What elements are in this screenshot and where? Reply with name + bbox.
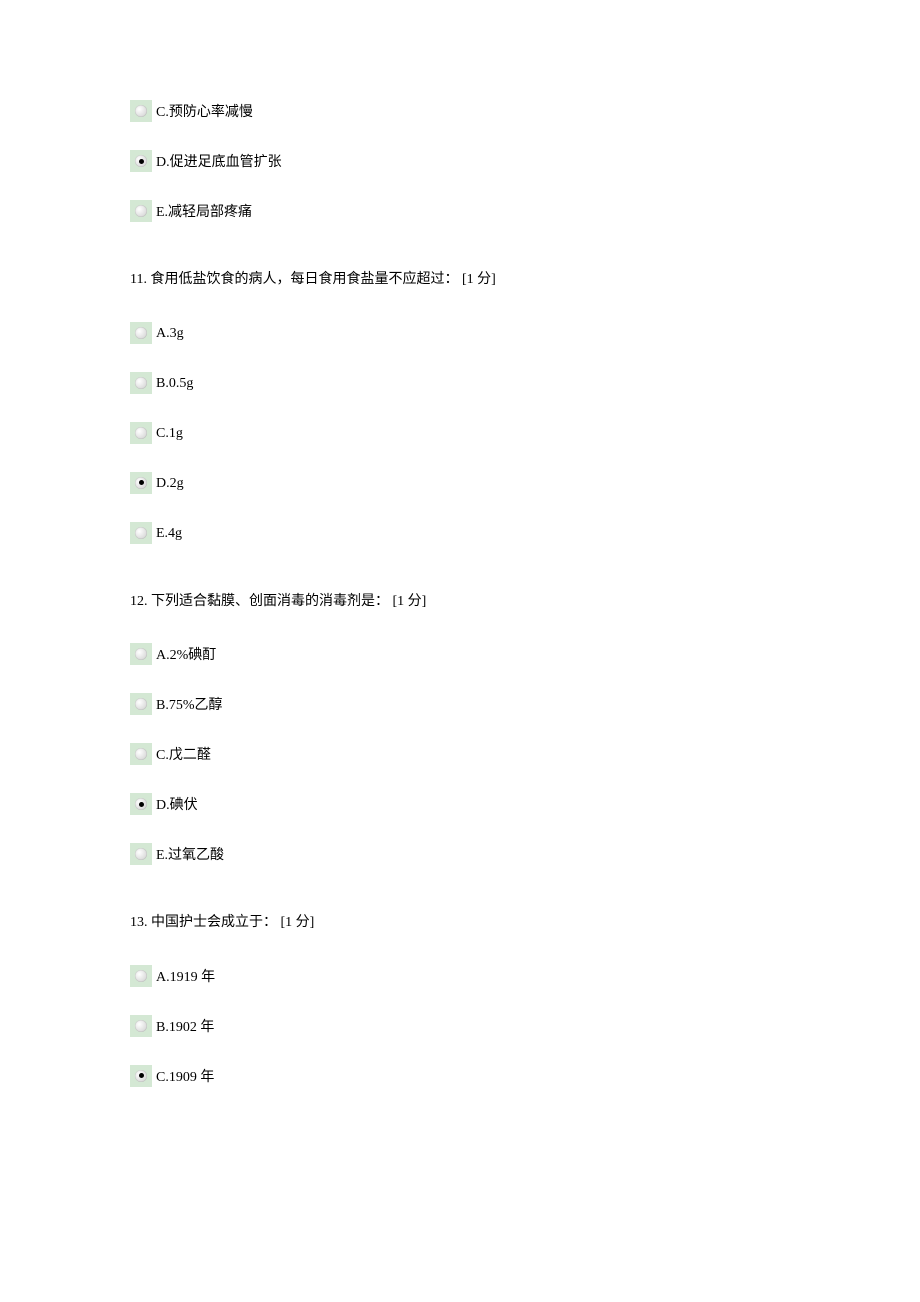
option-row[interactable]: B.1902 年 (130, 1015, 790, 1037)
radio-unselected[interactable] (130, 422, 152, 444)
radio-unselected[interactable] (130, 100, 152, 122)
option-row[interactable]: A.3g (130, 322, 790, 344)
option-label: C.预防心率减慢 (156, 104, 253, 122)
radio-icon (135, 527, 147, 539)
option-label: A.1919 年 (156, 969, 215, 987)
option-label: C.1g (156, 425, 183, 443)
radio-icon (135, 105, 147, 117)
radio-unselected[interactable] (130, 693, 152, 715)
option-row[interactable]: D.促进足底血管扩张 (130, 150, 790, 172)
option-row[interactable]: C.1g (130, 422, 790, 444)
option-row[interactable]: E.减轻局部疼痛 (130, 200, 790, 222)
option-row[interactable]: B.75%乙醇 (130, 693, 790, 715)
option-label: E.减轻局部疼痛 (156, 204, 252, 222)
option-label: E.过氧乙酸 (156, 847, 224, 865)
radio-unselected[interactable] (130, 743, 152, 765)
option-label: B.0.5g (156, 375, 193, 393)
radio-icon (135, 1020, 147, 1032)
radio-dot-icon (139, 1073, 144, 1078)
option-row[interactable]: D.2g (130, 472, 790, 494)
radio-icon (135, 377, 147, 389)
option-row[interactable]: E.过氧乙酸 (130, 843, 790, 865)
option-row[interactable]: C.预防心率减慢 (130, 100, 790, 122)
radio-icon (135, 477, 147, 489)
option-label: A.2%碘酊 (156, 647, 216, 665)
radio-unselected[interactable] (130, 643, 152, 665)
radio-icon (135, 327, 147, 339)
radio-unselected[interactable] (130, 843, 152, 865)
option-label: D.碘伏 (156, 797, 198, 815)
option-label: A.3g (156, 325, 184, 343)
option-label: B.75%乙醇 (156, 697, 223, 715)
question-text: 11. 食用低盐饮食的病人，每日食用食盐量不应超过： [1 分] (130, 270, 790, 290)
option-label: C.1909 年 (156, 1069, 214, 1087)
radio-icon (135, 155, 147, 167)
radio-icon (135, 205, 147, 217)
radio-icon (135, 1070, 147, 1082)
option-row[interactable]: C.1909 年 (130, 1065, 790, 1087)
radio-unselected[interactable] (130, 1015, 152, 1037)
radio-selected[interactable] (130, 793, 152, 815)
radio-unselected[interactable] (130, 522, 152, 544)
option-row[interactable]: A.2%碘酊 (130, 643, 790, 665)
radio-dot-icon (139, 802, 144, 807)
radio-dot-icon (139, 159, 144, 164)
radio-icon (135, 748, 147, 760)
radio-unselected[interactable] (130, 965, 152, 987)
option-label: C.戊二醛 (156, 747, 211, 765)
radio-selected[interactable] (130, 150, 152, 172)
radio-icon (135, 648, 147, 660)
option-row[interactable]: C.戊二醛 (130, 743, 790, 765)
radio-icon (135, 798, 147, 810)
radio-icon (135, 848, 147, 860)
radio-selected[interactable] (130, 1065, 152, 1087)
question-text: 13. 中国护士会成立于： [1 分] (130, 913, 790, 933)
option-label: E.4g (156, 525, 182, 543)
radio-icon (135, 427, 147, 439)
question-text: 12. 下列适合黏膜、创面消毒的消毒剂是： [1 分] (130, 592, 790, 612)
option-row[interactable]: B.0.5g (130, 372, 790, 394)
option-row[interactable]: D.碘伏 (130, 793, 790, 815)
option-label: D.2g (156, 475, 184, 493)
radio-icon (135, 970, 147, 982)
option-row[interactable]: A.1919 年 (130, 965, 790, 987)
radio-icon (135, 698, 147, 710)
option-label: D.促进足底血管扩张 (156, 154, 282, 172)
option-label: B.1902 年 (156, 1019, 214, 1037)
radio-selected[interactable] (130, 472, 152, 494)
radio-unselected[interactable] (130, 200, 152, 222)
option-row[interactable]: E.4g (130, 522, 790, 544)
radio-unselected[interactable] (130, 322, 152, 344)
radio-dot-icon (139, 480, 144, 485)
radio-unselected[interactable] (130, 372, 152, 394)
